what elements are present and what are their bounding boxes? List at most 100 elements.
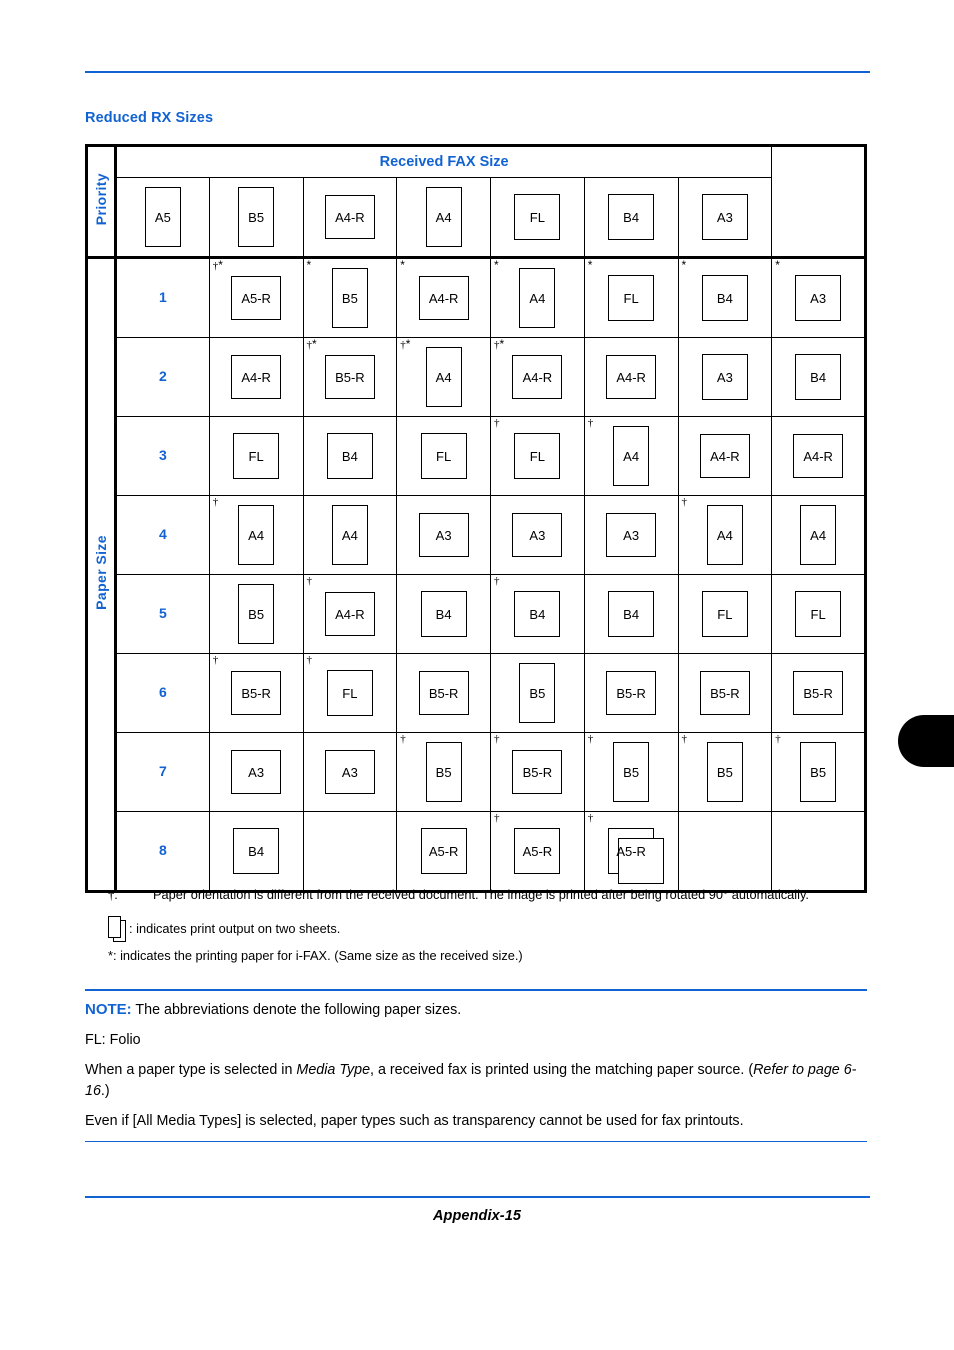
paper-cell: B4 [585, 178, 678, 256]
note-line-4: Even if [All Media Types] is selected, p… [85, 1112, 744, 1129]
table-row: 6 † B5-R † FL B5-R B5 B5-R B5-R B5-R [87, 653, 866, 733]
table-cell: B5-R [677, 653, 773, 733]
paper-cell: FL [397, 417, 490, 495]
paper-size-box: A3 [418, 513, 469, 557]
priority-label-cell: Priority [86, 145, 117, 258]
paper-size-box: B5 [331, 268, 368, 328]
paper-size-box: B5 [238, 584, 275, 644]
footnote-dagger-text: Paper orientation is different from the … [153, 887, 809, 902]
paper-size-label: B4 [716, 290, 733, 306]
table-cell: A3 [677, 337, 773, 417]
note-line-3: When a paper type is selected in Media T… [85, 1060, 867, 1102]
paper-size-label: A4 [341, 527, 358, 543]
priority-number: 6 [158, 684, 167, 700]
paper-size-label: B5 [435, 764, 452, 780]
table-cell: FL [396, 416, 491, 496]
table-cell: * B4 [677, 256, 773, 338]
paper-cell: † B5 [585, 733, 678, 811]
cell-marks: † [587, 812, 594, 824]
note-bottom-rule [85, 1140, 867, 1143]
paper-size-label: A5 [154, 209, 171, 225]
table-cell: † A5-R [490, 811, 585, 892]
table-row: 4 † A4 A4 A3 A3 A3 † A4 A4 [87, 495, 866, 575]
paper-cell-empty [304, 812, 397, 890]
table-cell: A5-R [396, 811, 491, 892]
column-header-a5: A5 [115, 177, 210, 258]
column-header-a4: A4 [396, 177, 491, 258]
paper-size-box: B5-R [512, 750, 563, 794]
cell-marks: * [306, 258, 312, 272]
priority-number-cell: 3 [115, 416, 210, 496]
paper-size-box: B5-R [418, 671, 469, 715]
paper-size-label: A3 [623, 527, 640, 543]
table-cell: * B5 [302, 256, 398, 338]
paper-size-box: A4-R [793, 434, 844, 478]
table-cell: A3 [208, 732, 304, 812]
paper-size-label: A4-R [803, 448, 833, 464]
paper-size-box: A3 [231, 750, 282, 794]
table-row: 3 FL B4 FL † FL † A4 A4-R A4-R [87, 416, 866, 496]
cell-marks: † [400, 733, 406, 745]
table-cell [302, 811, 398, 892]
paper-size-box: B5 [238, 187, 275, 247]
paper-cell: B5 [491, 654, 584, 732]
paper-size-box: A3 [606, 513, 657, 557]
paper-cell: A3 [397, 496, 490, 574]
priority-number: 3 [158, 447, 167, 463]
table-cell: A4-R [583, 337, 679, 417]
paper-size-label: A3 [529, 527, 546, 543]
footnote-dagger: †. Paper orientation is different from t… [108, 886, 868, 904]
paper-size-label: A3 [341, 764, 358, 780]
cell-marks: * [400, 258, 405, 272]
cell-marks: † [681, 496, 688, 508]
paper-size-box: A5-R [420, 828, 467, 874]
paper-cell: A4-R [304, 178, 397, 256]
cell-marks: †* [494, 337, 505, 351]
note-line-3-b: , a received fax is printed using the ma… [370, 1061, 754, 1078]
footer-rule [85, 1196, 870, 1198]
table-cell: †* B5-R [302, 337, 398, 417]
table-cell: † B5 [677, 732, 773, 812]
paper-size-label: FL [623, 290, 639, 306]
paper-cell: FL [772, 575, 864, 653]
table-cell: B5-R [583, 653, 679, 733]
paper-size-box: B5-R [231, 671, 282, 715]
paper-cell: B5-R [679, 654, 772, 732]
paper-size-label: FL [717, 606, 733, 622]
paper-size-box: B5 [613, 742, 650, 802]
paper-size-label: A4-R [710, 448, 740, 464]
document-page: Reduced RX Sizes Priority Received FAX Si… [0, 0, 954, 1350]
paper-size-label: A4 [810, 527, 827, 543]
table-cell: FL [208, 416, 304, 496]
table-cell: B4 [302, 416, 398, 496]
paper-size-box: B4 [795, 354, 842, 400]
paper-size-label: A3 [716, 369, 733, 385]
table-cell: A4 [771, 495, 866, 575]
paper-cell: B5-R [772, 654, 864, 732]
paper-size-label: B4 [623, 606, 640, 622]
paper-size-label: B4 [341, 448, 358, 464]
paper-size-box: B4 [233, 828, 280, 874]
paper-cell: * B4 [679, 259, 772, 337]
paper-size-label: A4-R [335, 209, 365, 225]
paper-size-box: A3 [512, 513, 563, 557]
paper-size-box: A5 [144, 187, 181, 247]
table-cell: † B5 [583, 732, 679, 812]
paper-cell: † B5-R [491, 733, 584, 811]
cell-marks: † [212, 654, 219, 666]
table-cell: † A4 [677, 495, 773, 575]
priority-number: 1 [158, 289, 167, 305]
paper-size-box: B4 [420, 591, 467, 637]
paper-size-box: A3 [701, 194, 748, 240]
paper-cell: † FL [491, 417, 584, 495]
cell-marks: * [775, 258, 780, 272]
paper-size-label: B5 [529, 685, 546, 701]
paper-cell: † A4 [585, 417, 678, 495]
priority-number-cell: 8 [115, 811, 210, 892]
priority-number: 4 [158, 526, 167, 542]
note-line-1: NOTE: The abbreviations denote the follo… [85, 999, 867, 1021]
paper-size-label: B5-R [335, 369, 365, 385]
priority-number: 2 [158, 368, 167, 384]
table-cell: A3 [490, 495, 585, 575]
table-cell: †* A4-R [490, 337, 585, 417]
